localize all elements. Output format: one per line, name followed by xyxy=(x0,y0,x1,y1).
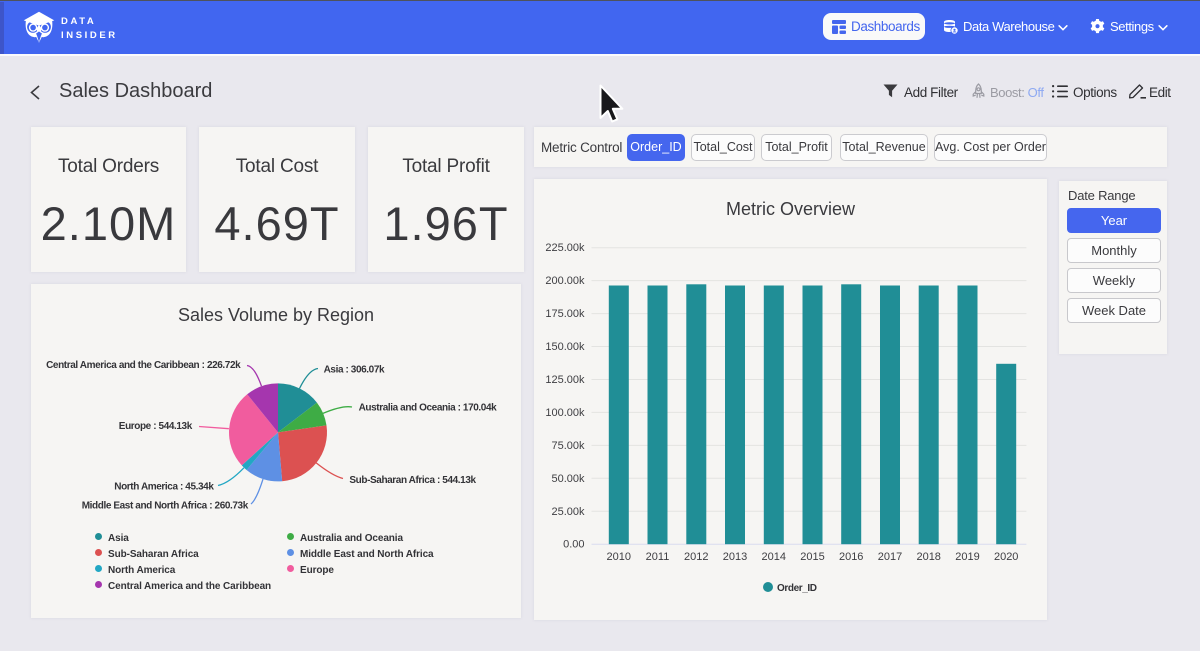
svg-text:225.00k: 225.00k xyxy=(545,242,585,254)
svg-text:North America : 45.34k: North America : 45.34k xyxy=(114,481,214,492)
svg-text:0.00: 0.00 xyxy=(563,539,584,551)
svg-text:Australia and Oceania : 170.04: Australia and Oceania : 170.04k xyxy=(359,402,498,413)
svg-text:2018: 2018 xyxy=(916,551,940,563)
svg-text:2014: 2014 xyxy=(762,551,786,563)
svg-text:2017: 2017 xyxy=(878,551,902,563)
svg-text:2011: 2011 xyxy=(646,551,670,563)
svg-text:Middle East and North Africa :: Middle East and North Africa : 260.73k xyxy=(82,501,249,512)
svg-text:2015: 2015 xyxy=(800,551,824,563)
svg-text:2013: 2013 xyxy=(723,551,747,563)
svg-text:175.00k: 175.00k xyxy=(545,308,585,320)
svg-text:2019: 2019 xyxy=(955,551,979,563)
svg-text:Europe : 544.13k: Europe : 544.13k xyxy=(119,421,193,432)
svg-text:2016: 2016 xyxy=(839,551,863,563)
svg-text:125.00k: 125.00k xyxy=(545,374,585,386)
svg-text:Order_ID: Order_ID xyxy=(777,583,817,594)
svg-text:Central America and the Caribb: Central America and the Caribbean : 226.… xyxy=(46,360,241,371)
svg-text:150.00k: 150.00k xyxy=(545,341,585,353)
svg-text:Sub-Saharan Africa : 544.13k: Sub-Saharan Africa : 544.13k xyxy=(349,475,476,486)
svg-text:200.00k: 200.00k xyxy=(545,275,585,287)
svg-text:100.00k: 100.00k xyxy=(545,407,585,419)
svg-text:50.00k: 50.00k xyxy=(551,473,585,485)
svg-text:2010: 2010 xyxy=(607,551,631,563)
svg-text:75.00k: 75.00k xyxy=(551,440,585,452)
svg-text:25.00k: 25.00k xyxy=(551,506,585,518)
svg-text:2020: 2020 xyxy=(994,551,1018,563)
svg-text:Asia : 306.07k: Asia : 306.07k xyxy=(324,365,385,376)
svg-text:2012: 2012 xyxy=(684,551,708,563)
